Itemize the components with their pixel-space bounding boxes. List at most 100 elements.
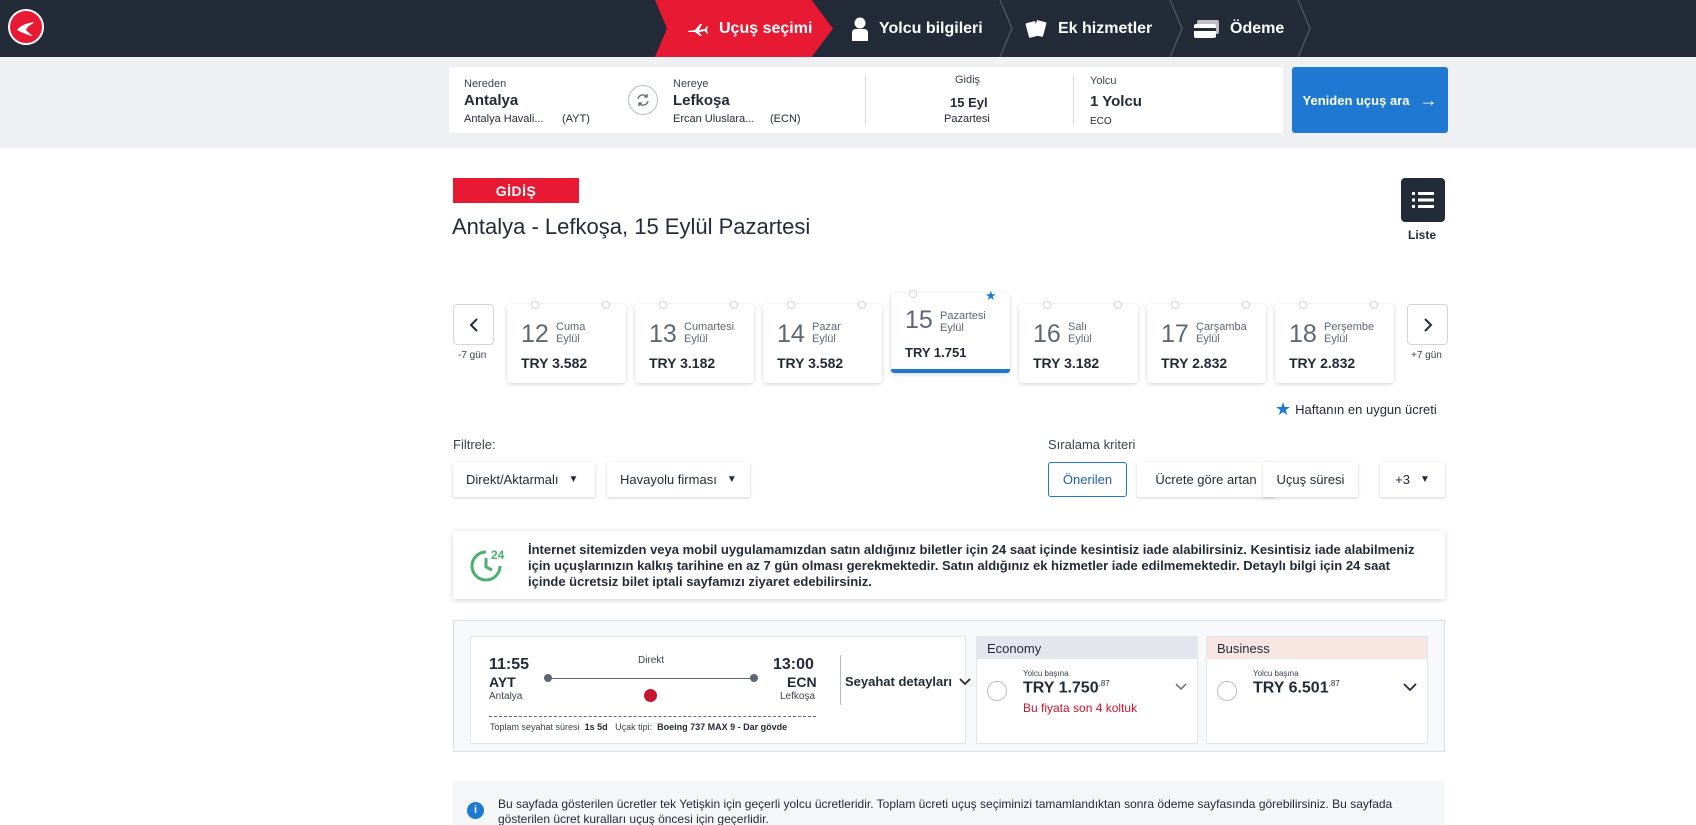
per-passenger-label: Yolcu başına (1023, 669, 1069, 678)
caret-down-icon: ▼ (1419, 474, 1430, 485)
date-card-12[interactable]: 12 Cuma Eylül TRY 3.582 (507, 301, 626, 383)
from-city[interactable]: Antalya (464, 92, 518, 109)
date-weekday-month: Pazar Eylül (812, 321, 841, 345)
card-notch (602, 301, 610, 309)
step-label: Ödeme (1230, 19, 1285, 37)
date-card-14[interactable]: 14 Pazar Eylül TRY 3.582 (763, 301, 882, 383)
passenger-count[interactable]: 1 Yolcu (1090, 93, 1142, 110)
legend-text: Haftanın en uygun ücreti (1295, 402, 1437, 417)
route-end-dot (750, 674, 758, 682)
cabin-class: ECO (1090, 116, 1112, 127)
sort-by-price-button[interactable]: Ücrete göre artan (1137, 462, 1275, 497)
filter-label: Filtrele: (453, 437, 496, 452)
step-payment[interactable]: Ödeme (1194, 0, 1284, 57)
best-price-star-icon: ★ (985, 288, 997, 303)
swap-airports-button[interactable] (628, 85, 658, 115)
from-airport: Antalya Havali... (464, 113, 544, 125)
filter-text: Havayolu firması (620, 472, 717, 487)
step-separator-icon (1169, 0, 1183, 57)
seat-warning: Bu fiyata son 4 koltuk (1023, 701, 1138, 715)
date-card-16[interactable]: 16 Salı Eylül TRY 3.182 (1019, 301, 1138, 383)
search-button-label: Yeniden uçuş ara (1302, 92, 1410, 108)
date-day: 12 (521, 320, 549, 348)
passenger-label: Yolcu (1090, 75, 1117, 87)
step-extra-services[interactable]: Ek hizmetler (1024, 0, 1152, 57)
prev-week-button[interactable] (453, 304, 494, 345)
departure-city: Antalya (489, 691, 523, 702)
airline-filter[interactable]: Havayolu firması ▼ (607, 462, 750, 497)
chevron-down-icon (959, 677, 971, 685)
chevron-down-icon[interactable] (1403, 683, 1417, 692)
step-separator-icon (1297, 0, 1311, 57)
airline-logo-icon (644, 689, 657, 702)
next-week-button[interactable] (1407, 304, 1448, 345)
divider (865, 75, 866, 125)
to-label: Nereye (673, 78, 709, 90)
dashed-divider (489, 716, 816, 717)
card-notch (730, 301, 738, 309)
top-header (0, 0, 1696, 57)
next-week-label: +7 gün (1411, 350, 1442, 361)
card-notch (1242, 301, 1250, 309)
economy-radio[interactable] (987, 681, 1007, 701)
departure-badge: GİDİŞ (453, 178, 579, 203)
refund-info-banner: 24 İnternet sitemizden veya mobil uygula… (453, 531, 1445, 599)
date-day: 18 (1289, 320, 1317, 348)
fare-info-note: i Bu sayfada gösterilen ücretler tek Yet… (453, 781, 1445, 825)
business-fare-option[interactable]: Business Yolcu başına TRY 6.501,87 (1206, 636, 1428, 744)
card-notch (1299, 301, 1307, 309)
card-notch (787, 301, 795, 309)
plane-icon (687, 22, 709, 36)
to-city[interactable]: Lefkoşa (673, 92, 730, 109)
arrival-time: 13:00 (773, 656, 814, 673)
tickets-icon (1024, 17, 1048, 41)
swap-icon (637, 94, 649, 106)
info-icon: i (467, 802, 484, 819)
date-card-18[interactable]: 18 Perşembe Eylül TRY 2.832 (1275, 301, 1394, 383)
arrival-code: ECN (787, 674, 817, 690)
date-card-13[interactable]: 13 Cumartesi Eylül TRY 3.182 (635, 301, 754, 383)
flight-meta: Toplam seyahat süresi 1s 5d Uçak tipi: B… (490, 722, 788, 732)
direct-connection-filter[interactable]: Direkt/Aktarmalı ▼ (453, 462, 595, 497)
airline-logo[interactable] (8, 9, 44, 45)
prev-week-label: -7 gün (458, 350, 487, 361)
sort-text: Uçuş süresi (1276, 472, 1345, 487)
business-radio[interactable] (1217, 681, 1237, 701)
travel-details-toggle[interactable]: Seyahat detayları (845, 674, 972, 689)
date-weekday-month: Perşembe Eylül (1324, 321, 1375, 345)
step-passenger-info[interactable]: Yolcu bilgileri (851, 0, 983, 57)
arrival-city: Lefkoşa (780, 691, 816, 702)
list-view-button[interactable] (1401, 178, 1445, 222)
date-weekday-month: Salı Eylül (1068, 321, 1092, 345)
step-flight-selection[interactable]: Uçuş seçimi (655, 0, 833, 57)
chevron-left-icon (469, 317, 478, 332)
list-icon (1412, 192, 1434, 208)
filter-text: Direkt/Aktarmalı (466, 472, 559, 487)
search-again-button[interactable]: Yeniden uçuş ara → (1292, 67, 1448, 133)
date-card-17[interactable]: 17 Çarşamba Eylül TRY 2.832 (1147, 301, 1266, 383)
chevron-down-icon[interactable] (1175, 683, 1187, 691)
per-passenger-label: Yolcu başına (1253, 669, 1299, 678)
sort-recommended-button[interactable]: Önerilen (1048, 462, 1127, 497)
economy-price: TRY 1.750,87 (1023, 679, 1110, 697)
sort-by-duration-button[interactable]: Uçuş süresi (1263, 462, 1358, 497)
departure-time: 11:55 (489, 656, 530, 673)
date-price: TRY 2.832 (1289, 355, 1356, 371)
card-notch (909, 290, 917, 298)
card-notch (531, 301, 539, 309)
card-notch (1043, 301, 1051, 309)
from-label: Nereden (464, 78, 507, 90)
date-value[interactable]: 15 Eyl (950, 95, 988, 110)
more-sort-options-button[interactable]: +3 ▼ (1380, 462, 1445, 497)
divider (840, 655, 841, 705)
refund-info-text: İnternet sitemizden veya mobil uygulamam… (528, 542, 1415, 589)
date-price: TRY 3.182 (649, 355, 716, 371)
route-start-dot (544, 674, 552, 682)
selected-indicator (891, 369, 1010, 373)
bird-logo-icon (17, 22, 35, 36)
date-card-15-selected[interactable]: ★ 15 Pazartesi Eylül TRY 1.751 (891, 288, 1010, 373)
date-price: TRY 3.582 (521, 355, 588, 371)
date-weekday-month: Çarşamba Eylül (1196, 321, 1247, 345)
cabin-name: Economy (977, 637, 1197, 659)
economy-fare-option[interactable]: Economy Yolcu başına TRY 1.750,87 Bu fiy… (976, 636, 1198, 744)
